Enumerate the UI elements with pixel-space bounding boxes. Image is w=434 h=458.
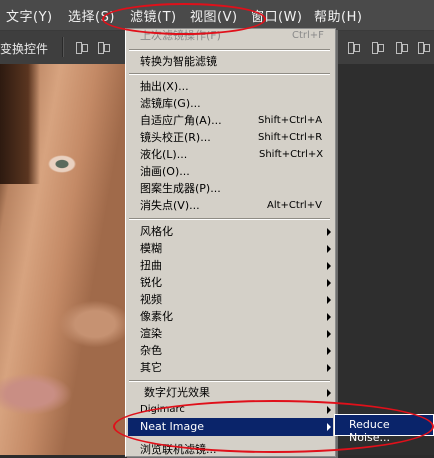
menu-type[interactable]: 文字(Y) — [6, 6, 53, 25]
submenu-arrow-icon — [327, 364, 331, 372]
photo-hair-region — [0, 64, 40, 184]
menu-item-liquify[interactable]: 液化(L)... — [140, 147, 187, 163]
menu-item-lens-correction[interactable]: 镜头校正(R)... — [140, 130, 211, 146]
submenu-arrow-icon — [327, 347, 331, 355]
menu-item-render[interactable]: 渲染 — [140, 326, 162, 342]
shortcut-lens-correction: Shift+Ctrl+R — [258, 132, 323, 143]
submenu-arrow-icon — [327, 245, 331, 253]
menu-item-stylize[interactable]: 风格化 — [140, 224, 173, 240]
menu-item-filter-gallery[interactable]: 滤镜库(G)... — [140, 96, 201, 112]
menu-item-digital-lighting[interactable]: 数字灯光效果 — [144, 385, 210, 401]
submenu-arrow-icon — [327, 330, 331, 338]
submenu-arrow-icon — [327, 262, 331, 270]
filter-dropdown-menu: 上次滤镜操作(F) Ctrl+F 转换为智能滤镜 抽出(X)... 滤镜库(G)… — [125, 28, 336, 457]
distribute-center-icon[interactable] — [370, 40, 384, 54]
shortcut-last-filter: Ctrl+F — [292, 30, 324, 41]
annotation-oval-filter-menu — [102, 3, 266, 35]
menu-item-convert-smart-filter[interactable]: 转换为智能滤镜 — [140, 54, 217, 70]
shortcut-vanishing-point: Alt+Ctrl+V — [267, 200, 322, 211]
annotation-oval-neat-image — [113, 400, 434, 453]
shortcut-liquify: Shift+Ctrl+X — [259, 149, 324, 160]
submenu-arrow-icon — [327, 296, 331, 304]
align-center-icon[interactable] — [96, 40, 110, 54]
distribute-bottom-icon[interactable] — [394, 40, 408, 54]
distribute-left-icon[interactable] — [416, 40, 430, 54]
menu-item-pixelate[interactable]: 像素化 — [140, 309, 173, 325]
menu-item-vanishing-point[interactable]: 消失点(V)... — [140, 198, 200, 214]
shortcut-adaptive-wide-angle: Shift+Ctrl+A — [258, 115, 323, 126]
menu-item-pattern-maker[interactable]: 图案生成器(P)... — [140, 181, 221, 197]
transform-controls-label[interactable]: 变换控件 — [0, 40, 48, 57]
menu-item-oil-paint[interactable]: 油画(O)... — [140, 164, 190, 180]
menu-divider — [129, 218, 330, 220]
distribute-top-icon[interactable] — [346, 40, 360, 54]
menu-item-noise[interactable]: 杂色 — [140, 343, 162, 359]
align-left-icon[interactable] — [74, 40, 88, 54]
submenu-arrow-icon — [327, 279, 331, 287]
submenu-arrow-icon — [327, 313, 331, 321]
menu-item-adaptive-wide-angle[interactable]: 自适应广角(A)... — [140, 113, 222, 129]
options-divider — [62, 37, 64, 57]
menu-item-other[interactable]: 其它 — [140, 360, 162, 376]
submenu-arrow-icon — [327, 228, 331, 236]
menu-divider — [129, 49, 330, 51]
menu-item-distort[interactable]: 扭曲 — [140, 258, 162, 274]
submenu-arrow-icon — [327, 389, 331, 397]
menu-divider — [129, 73, 330, 75]
menu-divider — [129, 380, 330, 382]
menu-help[interactable]: 帮助(H) — [314, 6, 362, 25]
menu-item-sharpen[interactable]: 锐化 — [140, 275, 162, 291]
menu-item-extract[interactable]: 抽出(X)... — [140, 79, 189, 95]
menu-item-blur[interactable]: 模糊 — [140, 241, 162, 257]
menu-item-video[interactable]: 视频 — [140, 292, 162, 308]
